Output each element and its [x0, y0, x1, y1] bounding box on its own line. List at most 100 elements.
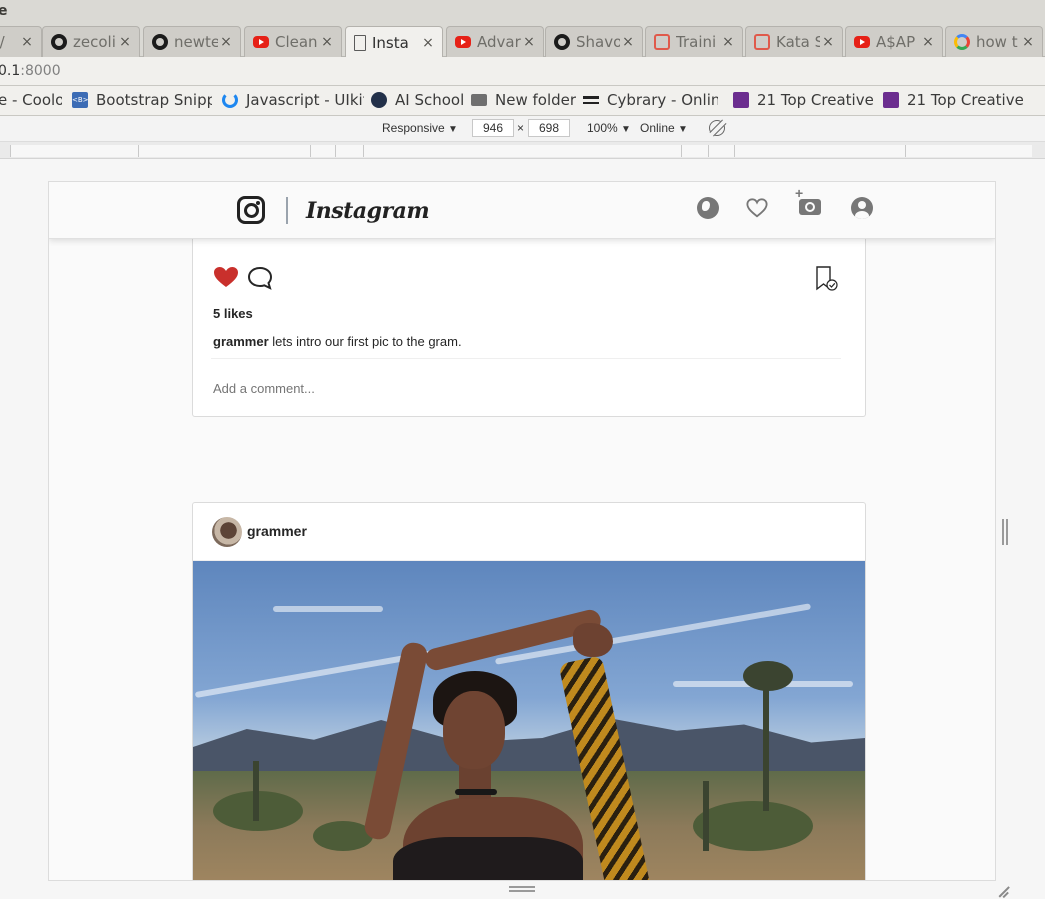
browser-tab[interactable]: newte ×	[143, 26, 241, 57]
photo-detail	[443, 691, 505, 769]
resize-handle-right[interactable]	[1002, 519, 1008, 545]
scrimba-icon	[654, 34, 670, 50]
ruler-segment[interactable]	[10, 145, 138, 157]
tab-title: A$AP	[876, 33, 916, 51]
instagram-navbar: Instagram	[49, 182, 995, 239]
ruler-segment[interactable]	[708, 145, 734, 157]
browser-tab[interactable]: Traini ×	[645, 26, 743, 57]
tab-title: how t	[976, 33, 1018, 51]
browser-tab[interactable]: Clean ×	[244, 26, 342, 57]
close-icon[interactable]: ×	[117, 34, 133, 50]
throttle-label: Online	[640, 121, 675, 135]
resize-handle-corner[interactable]	[996, 884, 1010, 898]
colorlib-icon	[733, 92, 749, 108]
likes-count[interactable]: 5 likes	[213, 306, 253, 321]
cybrary-icon	[583, 96, 599, 104]
browser-tab[interactable]: A$AP ×	[845, 26, 943, 57]
dropdown-icon: ▼	[448, 124, 458, 135]
photo-detail	[393, 837, 583, 880]
bookmark-label: Cybrary - Online	[607, 91, 718, 109]
tab-title: t /	[0, 33, 5, 51]
instagram-logo-icon[interactable]	[237, 196, 265, 224]
browser-tab[interactable]: Shavo ×	[545, 26, 643, 57]
tab-title: zecoli	[73, 33, 116, 51]
save-bookmark-icon[interactable]	[815, 266, 839, 292]
close-icon[interactable]: ×	[920, 34, 936, 50]
device-select[interactable]: Responsive ▼	[382, 121, 458, 135]
zoom-select[interactable]: 100% ▼	[587, 121, 631, 135]
url-host: 0.1	[0, 63, 21, 79]
close-icon[interactable]: ×	[521, 34, 537, 50]
add-comment-input[interactable]	[213, 381, 833, 396]
ruler-segment[interactable]	[681, 145, 708, 157]
logo-divider	[286, 197, 288, 224]
caption-text: lets intro our first pic to the gram.	[272, 334, 462, 349]
emulated-viewport: 5 likes grammer lets intro our first pic…	[48, 181, 996, 881]
explore-globe-icon[interactable]	[697, 197, 719, 219]
ruler-segment[interactable]	[363, 145, 681, 157]
browser-tab[interactable]: how t ×	[945, 26, 1043, 57]
caption-username[interactable]: grammer	[213, 334, 269, 349]
url-text[interactable]: 0.1:8000	[0, 63, 61, 79]
bookmark-item[interactable]: Cybrary - Online	[583, 91, 718, 109]
like-heart-icon[interactable]	[213, 266, 239, 288]
photo-detail	[703, 781, 709, 851]
bookmark-item[interactable]: Javascript - UIkit	[222, 91, 364, 109]
close-icon[interactable]: ×	[420, 35, 436, 51]
browser-tab[interactable]: t / ×	[0, 26, 42, 57]
github-icon	[51, 34, 67, 50]
uikit-icon	[222, 92, 238, 108]
add-photo-camera-icon[interactable]	[795, 185, 821, 215]
close-icon[interactable]: ×	[1020, 34, 1036, 50]
ruler-segment[interactable]	[734, 145, 905, 157]
youtube-icon	[455, 36, 471, 48]
tab-title: Shavo	[576, 33, 620, 51]
photo-detail	[743, 661, 793, 691]
throttle-select[interactable]: Online ▼	[640, 121, 688, 135]
post-caption: grammer lets intro our first pic to the …	[213, 334, 462, 349]
browser-tab[interactable]: Kata S ×	[745, 26, 843, 57]
tab-title: Kata S	[776, 33, 820, 51]
browser-tab-active[interactable]: Insta ×	[345, 26, 443, 58]
bookmark-label: 21 Top Creative	[757, 91, 873, 109]
close-icon[interactable]: ×	[319, 34, 335, 50]
close-icon[interactable]: ×	[820, 34, 836, 50]
close-icon[interactable]: ×	[620, 34, 636, 50]
post-username[interactable]: grammer	[247, 523, 307, 539]
browser-tab[interactable]: Advar ×	[446, 26, 544, 57]
ruler-segment[interactable]	[335, 145, 363, 157]
rotate-icon[interactable]	[709, 120, 725, 136]
comment-divider	[211, 358, 841, 359]
close-icon[interactable]: ×	[720, 34, 736, 50]
close-icon[interactable]: ×	[19, 34, 35, 50]
bookmark-item[interactable]: 21 Top Creative	[883, 91, 1023, 109]
bookmark-item[interactable]: AI School	[371, 91, 463, 109]
address-bar[interactable]: 0.1:8000	[0, 57, 1045, 86]
browser-tab[interactable]: zecoli ×	[42, 26, 140, 57]
avatar[interactable]	[212, 517, 242, 547]
ruler-segment[interactable]	[310, 145, 335, 157]
viewport-width-input[interactable]: 946	[472, 119, 514, 137]
instagram-wordmark[interactable]: Instagram	[306, 198, 430, 224]
close-icon[interactable]: ×	[218, 34, 234, 50]
bookmark-item[interactable]: <B> Bootstrap Snipp	[72, 91, 212, 109]
device-label: Responsive	[382, 121, 445, 135]
youtube-icon	[854, 36, 870, 48]
ruler-segment[interactable]	[905, 145, 1032, 157]
photo-detail	[455, 789, 497, 795]
bookmark-item[interactable]: 21 Top Creative	[733, 91, 873, 109]
viewport-height-input[interactable]: 698	[528, 119, 570, 137]
profile-user-icon[interactable]	[851, 197, 873, 219]
bookmark-item[interactable]: e - Coolo	[0, 91, 62, 109]
bookmark-item[interactable]: New folder	[471, 91, 576, 109]
bookmark-label: Javascript - UIkit	[246, 91, 364, 109]
photo-detail	[763, 681, 769, 811]
comment-icon[interactable]	[247, 266, 273, 290]
activity-heart-icon[interactable]	[746, 197, 768, 219]
bookmarks-bar: e - Coolo <B> Bootstrap Snipp Javascript…	[0, 86, 1045, 116]
bookmark-label: 21 Top Creative	[907, 91, 1023, 109]
ruler-segment[interactable]	[138, 145, 310, 157]
media-query-ruler[interactable]	[0, 142, 1045, 159]
post-photo[interactable]	[193, 561, 865, 880]
resize-handle-bottom[interactable]	[509, 886, 535, 892]
